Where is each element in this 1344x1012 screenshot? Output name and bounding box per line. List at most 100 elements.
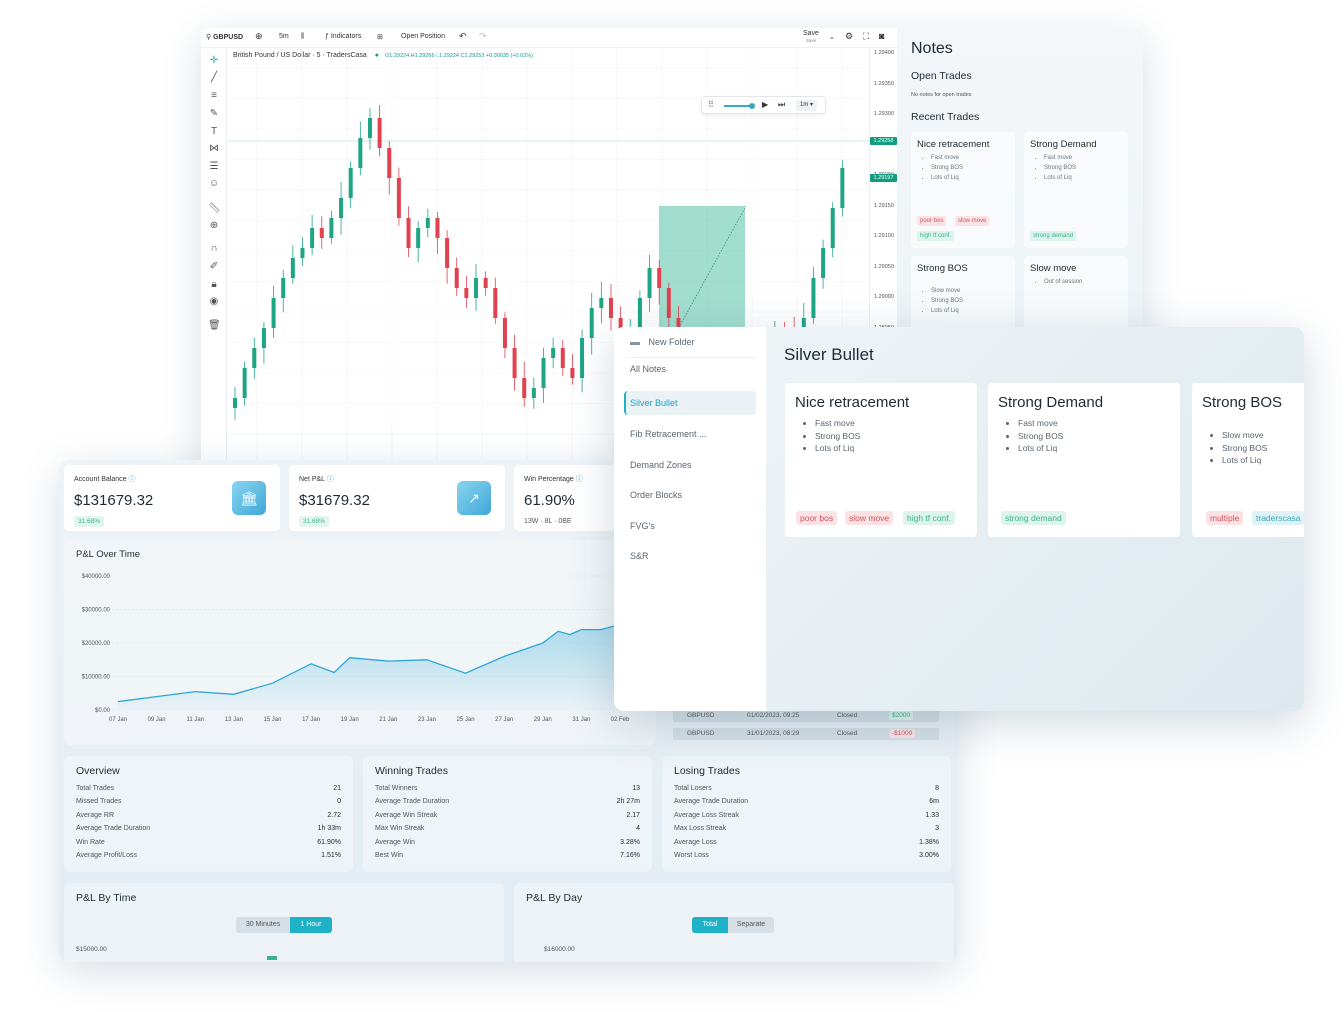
settings-icon[interactable]: ⚙ [845, 31, 853, 42]
candle-body [310, 228, 315, 248]
brush-icon[interactable]: ✎ [208, 109, 220, 119]
chevron-down-icon[interactable]: ⌄ [829, 33, 835, 41]
replay-speed-select[interactable]: 1m ▾ [796, 100, 818, 111]
interval-button[interactable]: 5m [279, 33, 289, 40]
folder-item-silver-bullet[interactable]: Silver Bullet [630, 398, 678, 408]
candle-body [570, 368, 575, 378]
note-tag: strong demand [1001, 511, 1066, 525]
note-title: Strong Demand [1030, 139, 1097, 150]
magnet-icon[interactable]: ∩ [208, 244, 220, 254]
note-card[interactable]: Strong Demand Fast move Strong BOS Lots … [988, 383, 1180, 537]
stat-change-badge: 31.68% [299, 516, 330, 527]
y-tick-label: $20000.00 [82, 641, 111, 647]
candle-body [637, 298, 642, 328]
text-icon[interactable]: T [208, 127, 220, 137]
fullscreen-icon[interactable]: ⛶ [863, 31, 869, 42]
play-icon[interactable]: ▶ [762, 100, 768, 109]
total-toggle-button[interactable]: Total [692, 917, 728, 933]
mini-note-card[interactable]: Nice retracement Fast move Strong BOS Lo… [911, 132, 1015, 248]
ruler-icon[interactable]: 📏︎ [208, 204, 221, 214]
trade-date: 31/01/2023, 08:29 [747, 730, 800, 737]
info-icon[interactable]: ⓘ [327, 476, 334, 483]
note-card[interactable]: Nice retracement Fast move Strong BOS Lo… [785, 383, 977, 537]
candle-body [483, 278, 488, 288]
note-bullet: Fast move [1044, 153, 1076, 163]
folder-item-demand-zones[interactable]: Demand Zones [630, 460, 692, 470]
trade-row[interactable]: GBPUSD 31/01/2023, 08:29 Closed -$1000 [673, 728, 939, 740]
note-tag: multiple [1206, 511, 1244, 525]
pnl-area-chart[interactable]: $40000.00 $30000.00 $20000.00 $10000.00 $0.0… [64, 540, 656, 745]
open-trades-heading: Open Trades [911, 70, 972, 82]
eye-icon[interactable]: ◉ [208, 297, 220, 307]
separate-toggle-button[interactable]: Separate [728, 917, 774, 933]
symbol-search[interactable]: ⚲ GBPUSD [206, 33, 243, 41]
open-position-button[interactable]: Open Position [401, 33, 445, 40]
recent-trades-heading: Recent Trades [911, 111, 980, 123]
candle-body [387, 148, 392, 178]
stat-row: Missed Trades 0 [76, 798, 341, 805]
prediction-icon[interactable]: ☰ [208, 162, 220, 172]
drag-handle-icon[interactable]: ⠿ [708, 100, 714, 109]
candle-body [271, 298, 276, 328]
folder-item-order-blocks[interactable]: Order Blocks [630, 490, 682, 500]
save-button[interactable]: Save Save [803, 30, 819, 44]
candle-body [367, 118, 372, 138]
zoom-icon[interactable]: ⊕ [208, 221, 220, 231]
x-tick-label: 02 Feb [611, 717, 630, 723]
y-tick-label: $10000.00 [82, 675, 111, 681]
candle-body [454, 268, 459, 288]
undo-icon[interactable]: ↶ [459, 31, 467, 42]
trade-status: Closed [837, 730, 858, 737]
note-bullet: Strong BOS [815, 430, 860, 443]
emoji-icon[interactable]: ☺ [208, 179, 220, 189]
info-icon[interactable]: ⓘ [129, 476, 136, 483]
stat-value: $131679.32 [74, 492, 154, 509]
mini-note-card[interactable]: Strong Demand Fast move Strong BOS Lots … [1024, 132, 1128, 248]
redo-icon[interactable]: ↷ [479, 31, 487, 42]
pattern-icon[interactable]: ⋈ [208, 144, 220, 154]
add-symbol-icon[interactable]: ⊕ [255, 31, 263, 42]
candle-type-icon[interactable]: ⫼ [301, 33, 304, 41]
folder-item-fib-retracement[interactable]: Fib Retracement ... [630, 429, 707, 439]
camera-icon[interactable]: ◙ [879, 31, 884, 41]
trade-symbol: GBPUSD [687, 712, 715, 719]
layout-icon[interactable]: ⊞ [377, 33, 383, 41]
lock-icon[interactable]: 🔒︎ [208, 280, 220, 290]
stat-row: Worst Loss 3.00% [674, 852, 939, 859]
trade-symbol: GBPUSD [687, 730, 715, 737]
stat-value: 61.90% [524, 492, 575, 509]
indicators-button[interactable]: ƒ Indicators [325, 33, 361, 40]
folder-item-snr[interactable]: S&R [630, 551, 649, 561]
crosshair-icon[interactable]: ✛ [208, 56, 220, 66]
trade-row[interactable]: GBPUSD 01/02/2023, 09:25 Closed $2000 [673, 710, 939, 722]
candle-body [435, 218, 440, 238]
replay-slider-thumb[interactable] [749, 103, 755, 109]
trash-icon[interactable]: 🗑︎ [208, 321, 221, 331]
interval-30-min-button[interactable]: 30 Minutes [236, 917, 290, 933]
replay-slider[interactable] [724, 105, 752, 107]
stat-row: Average Win 3.28% [375, 839, 640, 846]
panel-title: P&L By Day [526, 892, 583, 904]
folder-item-all-notes[interactable]: All Notes [630, 364, 666, 374]
candle-body [647, 268, 652, 298]
candle-body [416, 228, 421, 248]
lock-drawings-icon[interactable]: ✐ [208, 262, 220, 272]
x-tick-label: 15 Jan [263, 717, 281, 723]
step-forward-icon[interactable]: ⏭ [778, 100, 785, 110]
stat-row: Max Win Streak 4 [375, 825, 640, 832]
info-icon[interactable]: ⓘ [576, 476, 583, 483]
note-bullet: Lots of Liq [1018, 442, 1063, 455]
new-folder-button[interactable]: ▬ New Folder [630, 337, 695, 348]
stat-label: Win Percentage [524, 476, 574, 483]
stat-row: Total Losers 8 [674, 785, 939, 792]
candle-body [666, 288, 671, 318]
interval-1-hour-button[interactable]: 1 Hour [290, 917, 332, 933]
stat-row: Max Loss Streak 3 [674, 825, 939, 832]
folder-item-fvgs[interactable]: FVG's [630, 521, 655, 531]
note-bullet: Fast move [815, 417, 860, 430]
trend-line-icon[interactable]: ╱ [208, 73, 220, 83]
note-tag: poor bos [796, 511, 838, 525]
note-tag: traderscasa [1252, 511, 1304, 525]
note-card[interactable]: Strong BOS Slow move Strong BOS Lots of … [1192, 383, 1304, 537]
fib-icon[interactable]: ≡ [208, 91, 220, 101]
